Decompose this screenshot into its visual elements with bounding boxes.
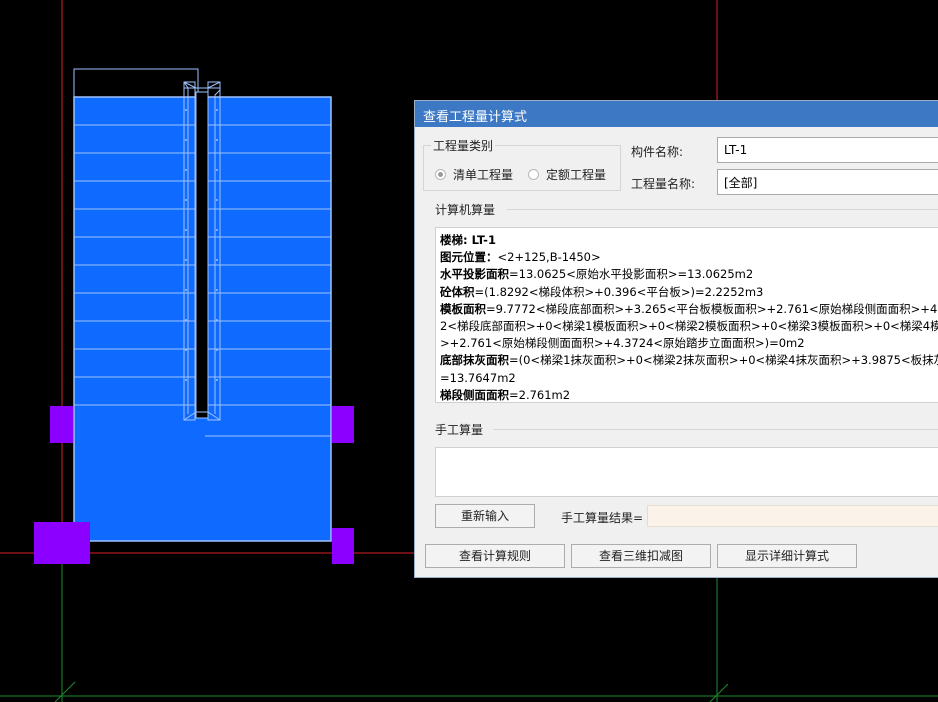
view-quantity-formula-dialog: 查看工程量计算式 工程量类别 清单工程量 定额工程量 构件名称: 工程量名称: … xyxy=(414,100,938,578)
calc-line: 模板面积=9.7772<梯段底部面积>+3.265<平台板模板面积>+2.761… xyxy=(440,301,938,318)
computer-calc-divider xyxy=(507,209,938,210)
dialog-title: 查看工程量计算式 xyxy=(423,110,528,125)
computer-calc-label: 计算机算量 xyxy=(435,203,496,217)
calc-line: 梯段侧面面积=2.761m2 xyxy=(440,387,938,402)
reenter-button[interactable]: 重新输入 xyxy=(435,504,535,528)
calc-line-value: =13.7647m2 xyxy=(440,370,516,385)
dialog-titlebar[interactable]: 查看工程量计算式 xyxy=(415,101,938,127)
calc-line-key: 图元位置： xyxy=(440,250,498,265)
calc-line: 底部抹灰面积=(0<梯梁1抹灰面积>+0<梯梁2抹灰面积>+0<梯梁4抹灰面积>… xyxy=(440,352,938,369)
calc-line-key: 砼体积 xyxy=(440,284,475,299)
manual-result-field[interactable] xyxy=(647,505,938,527)
quantity-type-label: 工程量类别 xyxy=(431,137,496,154)
calc-line-value: =(0<梯梁1抹灰面积>+0<梯梁2抹灰面积>+0<梯梁4抹灰面积>+3.987… xyxy=(509,353,938,368)
calc-line: 水平投影面积=13.0625<原始水平投影面积>=13.0625m2 xyxy=(440,266,938,283)
calc-line-value: =13.0625<原始水平投影面积>=13.0625m2 xyxy=(509,267,754,282)
calc-line: 楼梯: LT-1 xyxy=(440,232,938,249)
calc-line: 2<梯段底部面积>+0<梯梁1模板面积>+0<梯梁2模板面积>+0<梯梁3模板面… xyxy=(440,318,938,335)
component-name-label: 构件名称: xyxy=(631,145,684,159)
column-mid-right[interactable] xyxy=(332,406,354,443)
calc-line-key: 底部抹灰面积 xyxy=(440,353,509,368)
calc-line-value: =2.761m2 xyxy=(509,387,571,402)
column-bottom-left[interactable] xyxy=(34,522,90,564)
axis-tick-right xyxy=(709,683,729,702)
component-name-field[interactable] xyxy=(717,137,938,163)
axis-tick-left xyxy=(54,681,76,702)
manual-calc-label: 手工算量 xyxy=(435,423,484,437)
calc-line-value: =9.7772<梯段底部面积>+3.265<平台板模板面积>+2.761<原始梯… xyxy=(486,301,938,316)
calc-line: 图元位置：<2+125,B-1450> xyxy=(440,249,938,266)
radio-bill-quantity[interactable] xyxy=(435,169,446,180)
manual-calc-divider xyxy=(493,429,938,430)
manual-calc-input[interactable] xyxy=(435,447,938,497)
manual-result-label: 手工算量结果= xyxy=(561,511,644,525)
view-3d-deduction-button[interactable]: 查看三维扣减图 xyxy=(571,544,711,568)
calc-line-key: 梯段侧面面积 xyxy=(440,387,509,402)
computer-calc-area[interactable]: 楼梯: LT-1 图元位置：<2+125,B-1450> 水平投影面积=13.062… xyxy=(435,227,938,403)
calc-line-value: =(1.8292<梯段体积>+0.396<平台板>)=2.2252m3 xyxy=(474,284,764,299)
calc-line-value: 2<梯段底部面积>+0<梯梁1模板面积>+0<梯梁2模板面积>+0<梯梁3模板面… xyxy=(440,319,938,334)
calc-line-value: <2+125,B-1450> xyxy=(497,250,601,265)
radio-norm-quantity[interactable] xyxy=(528,169,539,180)
stair-well[interactable] xyxy=(195,91,209,419)
calc-line-key: 模板面积 xyxy=(440,301,486,316)
calc-line: =13.7647m2 xyxy=(440,370,938,387)
stair-upper-outline[interactable] xyxy=(73,68,199,98)
radio-bill-quantity-label[interactable]: 清单工程量 xyxy=(453,166,513,183)
calc-line-key: 水平投影面积 xyxy=(440,267,509,282)
view-rules-button[interactable]: 查看计算规则 xyxy=(425,544,565,568)
calc-line-value: >+2.761<原始梯段侧面面积>+4.3724<原始踏步立面面积>)=0m2 xyxy=(440,336,805,351)
calc-line: >+2.761<原始梯段侧面面积>+4.3724<原始踏步立面面积>)=0m2 xyxy=(440,335,938,352)
column-mid-left[interactable] xyxy=(50,406,73,443)
show-detail-formula-button[interactable]: 显示详细计算式 xyxy=(717,544,857,568)
quantity-name-field[interactable] xyxy=(717,169,938,195)
railing-top xyxy=(183,81,221,89)
quantity-name-label: 工程量名称: xyxy=(631,177,696,191)
calc-line: 砼体积=(1.8292<梯段体积>+0.396<平台板>)=2.2252m3 xyxy=(440,284,938,301)
radio-norm-quantity-label[interactable]: 定额工程量 xyxy=(546,166,606,183)
calc-line-key: 楼梯: LT-1 xyxy=(440,233,496,247)
column-bottom-right[interactable] xyxy=(332,528,354,564)
